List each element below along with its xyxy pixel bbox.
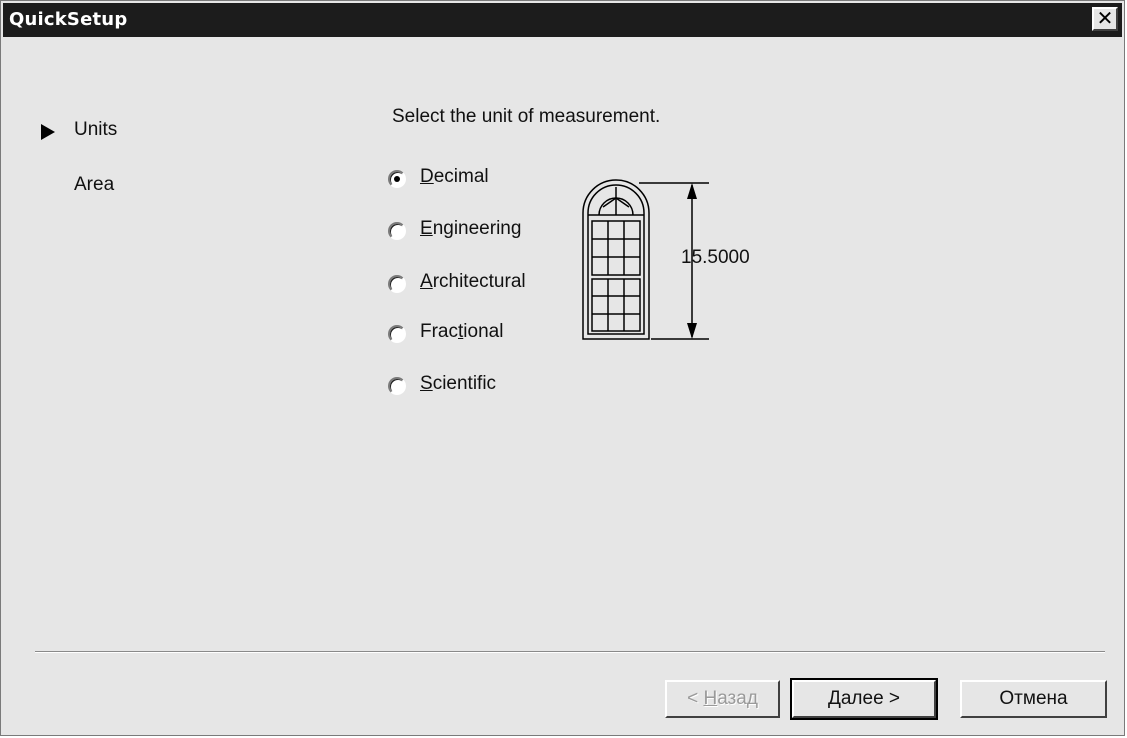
quicksetup-dialog: QuickSetup ✕ Units Area Select the unit … — [0, 0, 1125, 736]
nav-item-label: Units — [74, 119, 118, 140]
close-button[interactable]: ✕ — [1092, 7, 1118, 31]
back-button[interactable]: < Назад — [665, 680, 780, 718]
option-label: Fractional — [420, 321, 504, 342]
close-icon: ✕ — [1096, 6, 1114, 30]
option-label: Architectural — [420, 271, 526, 292]
radio-button[interactable] — [388, 275, 406, 293]
option-label: Engineering — [420, 218, 522, 239]
option-label: Scientific — [420, 373, 497, 394]
window-title: QuickSetup — [9, 9, 128, 30]
next-button[interactable]: Далее > — [790, 678, 938, 720]
nav-item-label: Area — [74, 174, 115, 195]
dimension-value: 15.5000 — [681, 247, 750, 268]
cancel-button[interactable]: Отмена — [960, 680, 1107, 718]
radio-button[interactable] — [388, 170, 406, 188]
radio-button[interactable] — [388, 377, 406, 395]
radio-button[interactable] — [388, 222, 406, 240]
unit-prompt: Select the unit of measurement. — [392, 106, 661, 127]
radio-button[interactable] — [388, 325, 406, 343]
title-bar[interactable]: QuickSetup ✕ — [3, 3, 1122, 37]
current-step-arrow-icon — [41, 124, 55, 140]
option-label: Decimal — [420, 166, 489, 187]
separator — [35, 651, 1105, 653]
